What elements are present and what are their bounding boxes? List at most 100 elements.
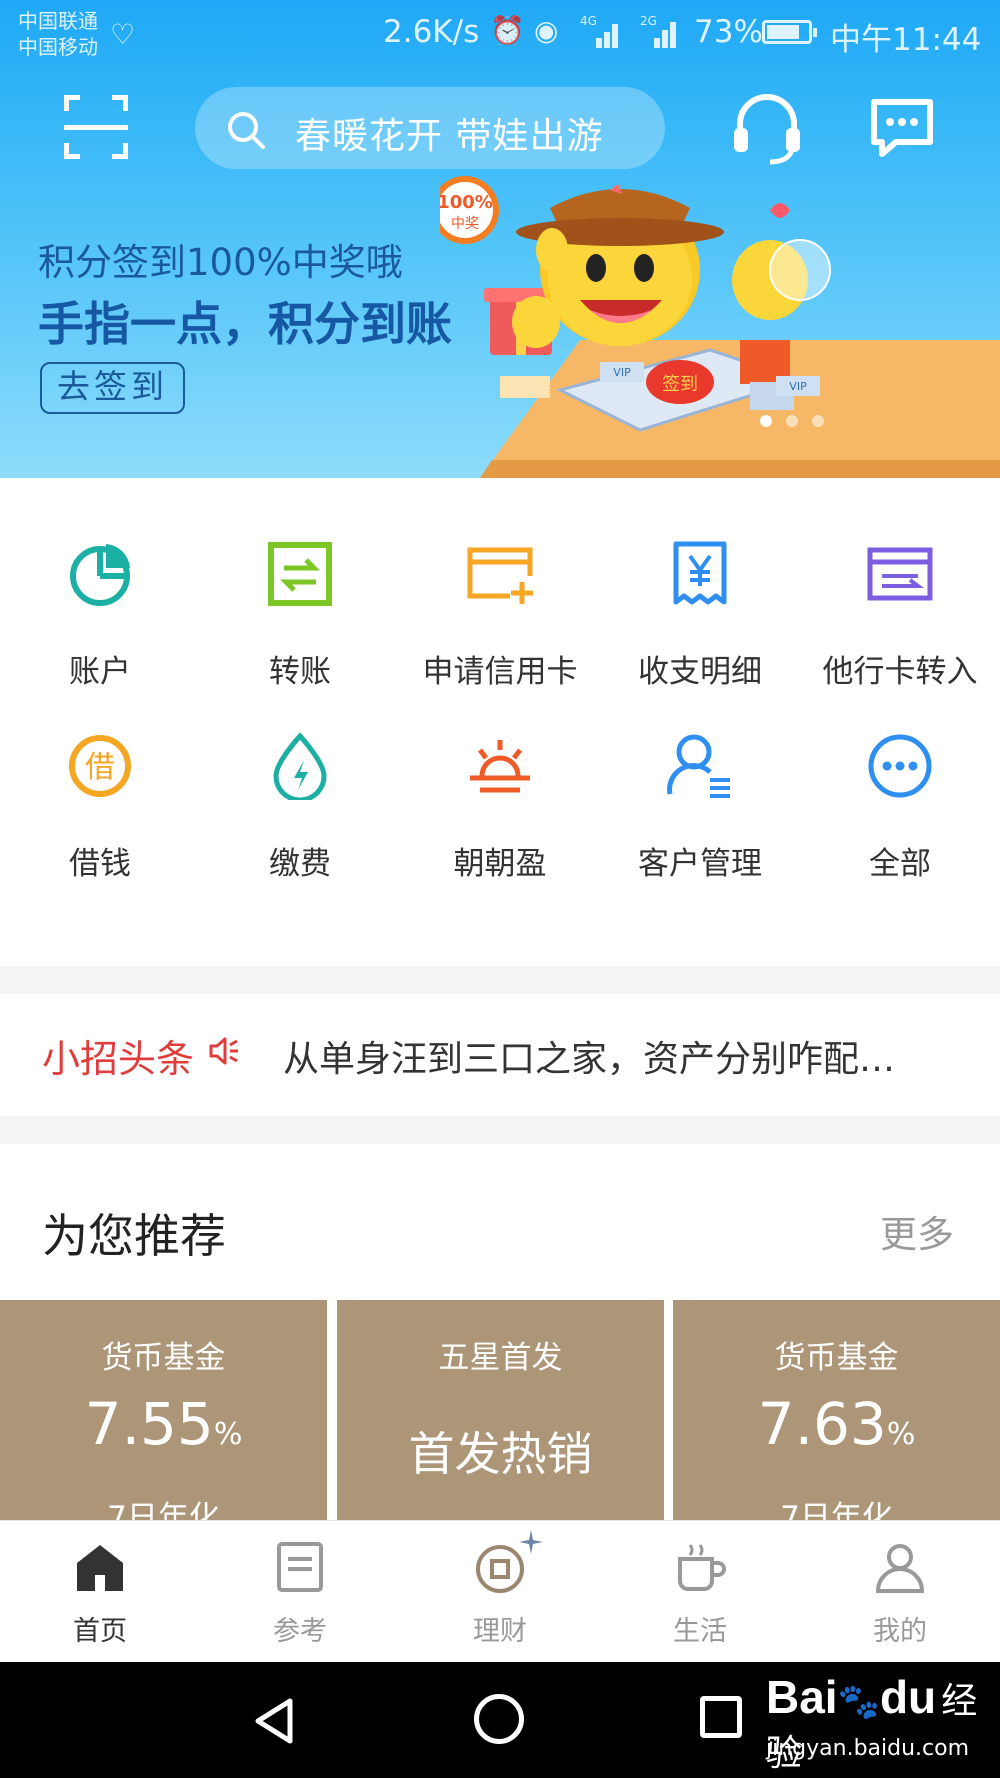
quick-item-card-transfer[interactable]: 他行卡转入 (800, 540, 1000, 690)
card-rate-value: 7.55 (84, 1390, 214, 1458)
scan-icon[interactable] (64, 95, 128, 159)
carrier-info: 中国联通 中国移动 (18, 8, 98, 60)
carrier-1: 中国联通 (18, 9, 98, 33)
card-tag: 货币基金 (101, 1340, 226, 1376)
fund-card-1[interactable]: 货币基金 7.55% 7日年化 (0, 1300, 327, 1520)
card-tag: 五星首发 (438, 1340, 563, 1376)
tab-wealth[interactable]: 理财 (400, 1521, 600, 1663)
credit-card-add-icon (467, 547, 533, 604)
quick-item-account[interactable]: 账户 (0, 540, 200, 690)
card-rate-value: 7.63 (757, 1390, 887, 1458)
card-transfer-icon (867, 547, 933, 601)
quick-item-label: 客户管理 (638, 846, 762, 882)
headline-news[interactable]: 小招头条 从单身汪到三口之家，资产分别咋配… (0, 994, 1000, 1116)
card-tag: 货币基金 (774, 1340, 899, 1376)
tab-label: 参考 (273, 1616, 327, 1647)
banner-subtitle: 积分签到100%中奖哦 (38, 241, 403, 284)
back-icon[interactable] (250, 1696, 300, 1746)
banner-dot (786, 415, 798, 427)
card-sub: 7日年化 (780, 1500, 893, 1520)
quick-item-borrow[interactable]: 借 借钱 (0, 732, 200, 882)
recommend-section: 为您推荐 更多 货币基金 7.55% 7日年化 五星首发 首发热销 货币基金 7… (0, 1144, 1000, 1520)
borrow-glyph: 借 (85, 750, 115, 785)
watermark: Bai🐾du 经验 jingyan.baidu.com (766, 1670, 1000, 1776)
hero-area: 中国联通 中国移动 ♡ 2.6K/s ⏰ ◉ 4G 2G 73% 中午11:44 (0, 0, 1000, 478)
quick-item-label: 转账 (269, 654, 331, 690)
document-icon (277, 1542, 323, 1592)
app-screen: 中国联通 中国移动 ♡ 2.6K/s ⏰ ◉ 4G 2G 73% 中午11:44 (0, 0, 1000, 1778)
quick-item-label: 全部 (869, 846, 931, 882)
sparkle-icon (519, 1530, 543, 1554)
paw-icon: 🐾 (837, 1683, 880, 1721)
tab-label: 首页 (73, 1616, 127, 1647)
checkin-button[interactable]: 去签到 (40, 362, 185, 414)
carrier-2: 中国移动 (18, 35, 98, 59)
quick-item-all[interactable]: 全部 (800, 732, 1000, 882)
sunrise-icon (470, 740, 530, 793)
quick-item-bills[interactable]: 缴费 (200, 732, 400, 882)
stamp-label: 签到 (662, 374, 698, 395)
card-rate: 7.63% (673, 1390, 1000, 1458)
quick-menu: 账户 转账 申请信用卡 收支明细 他行卡转入 借 借钱 缴费 朝朝盈 客户管理 … (0, 478, 1000, 966)
banner-dot (760, 415, 772, 427)
prize-badge-text: 中奖 (451, 215, 479, 232)
quick-item-zhaozhaoying[interactable]: 朝朝盈 (400, 732, 600, 882)
coffee-icon (678, 1544, 726, 1591)
tab-home[interactable]: 首页 (0, 1521, 200, 1663)
news-text: 从单身汪到三口之家，资产分别咋配… (283, 1039, 896, 1080)
tab-reference[interactable]: 参考 (200, 1521, 400, 1663)
quick-item-label: 申请信用卡 (422, 654, 578, 690)
banner-illustration[interactable]: 签到 VIP VIP 100% 中奖 (440, 150, 1000, 478)
watermark-brand: Bai (766, 1671, 838, 1723)
signal-2-label: 2G (640, 14, 657, 28)
quick-item-label: 朝朝盈 (453, 846, 547, 882)
quick-item-customer[interactable]: 客户管理 (600, 732, 800, 882)
quick-item-label: 他行卡转入 (822, 654, 978, 690)
health-heart-icon: ♡ (110, 18, 136, 51)
banner-dot (812, 415, 824, 427)
fund-card-2[interactable]: 五星首发 首发热销 (337, 1300, 664, 1520)
card-sub: 7日年化 (107, 1500, 220, 1520)
tab-label: 理财 (473, 1616, 527, 1647)
quick-item-credit-card[interactable]: 申请信用卡 (400, 540, 600, 690)
tab-life[interactable]: 生活 (600, 1521, 800, 1663)
bottom-tab-bar: 首页 参考 理财 生活 我的 (0, 1520, 1000, 1662)
quick-item-label: 收支明细 (638, 654, 762, 690)
borrow-icon: 借 (69, 735, 131, 797)
speaker-icon (209, 1037, 238, 1065)
more-dots-icon (868, 734, 932, 798)
recents-icon[interactable] (700, 1696, 742, 1738)
system-nav-bar: Bai🐾du 经验 jingyan.baidu.com (0, 1662, 1000, 1778)
quick-item-label: 借钱 (69, 846, 131, 882)
tab-label: 我的 (873, 1616, 927, 1647)
card-rate: 7.55% (0, 1390, 327, 1458)
search-icon (228, 112, 265, 149)
card-headline: 首发热销 (408, 1427, 593, 1481)
quick-item-label: 账户 (69, 654, 131, 690)
signal-2-icon: 2G (640, 14, 680, 48)
more-link[interactable]: 更多 (880, 1204, 954, 1258)
status-time: 中午11:44 (830, 22, 982, 58)
quick-item-transfer[interactable]: 转账 (200, 540, 400, 690)
quick-item-label: 缴费 (269, 846, 331, 882)
home-icon (77, 1545, 123, 1591)
watermark-brand-2: du (879, 1671, 937, 1723)
customer-icon (667, 734, 730, 798)
signal-1-icon: 4G (580, 14, 620, 48)
tab-mine[interactable]: 我的 (800, 1521, 1000, 1663)
news-title: 小招头条 (42, 1037, 195, 1081)
home-circle-icon[interactable] (474, 1694, 524, 1744)
card-rate-unit: % (886, 1417, 916, 1452)
prize-badge-pct: 100% (440, 192, 493, 213)
eye-comfort-icon: ◉ (534, 14, 559, 47)
banner-title: 手指一点，积分到账 (38, 297, 452, 351)
alarm-icon: ⏰ (490, 14, 525, 47)
profile-icon (875, 1544, 925, 1593)
card-rate-unit: % (213, 1417, 243, 1452)
net-speed: 2.6K/s (383, 14, 480, 50)
pie-chart-icon (70, 544, 130, 606)
status-bar: 中国联通 中国移动 ♡ 2.6K/s ⏰ ◉ 4G 2G 73% 中午11:44 (0, 0, 1000, 70)
fund-card-3[interactable]: 货币基金 7.63% 7日年化 (673, 1300, 1000, 1520)
quick-item-statement[interactable]: 收支明细 (600, 540, 800, 690)
battery-icon (762, 20, 817, 44)
